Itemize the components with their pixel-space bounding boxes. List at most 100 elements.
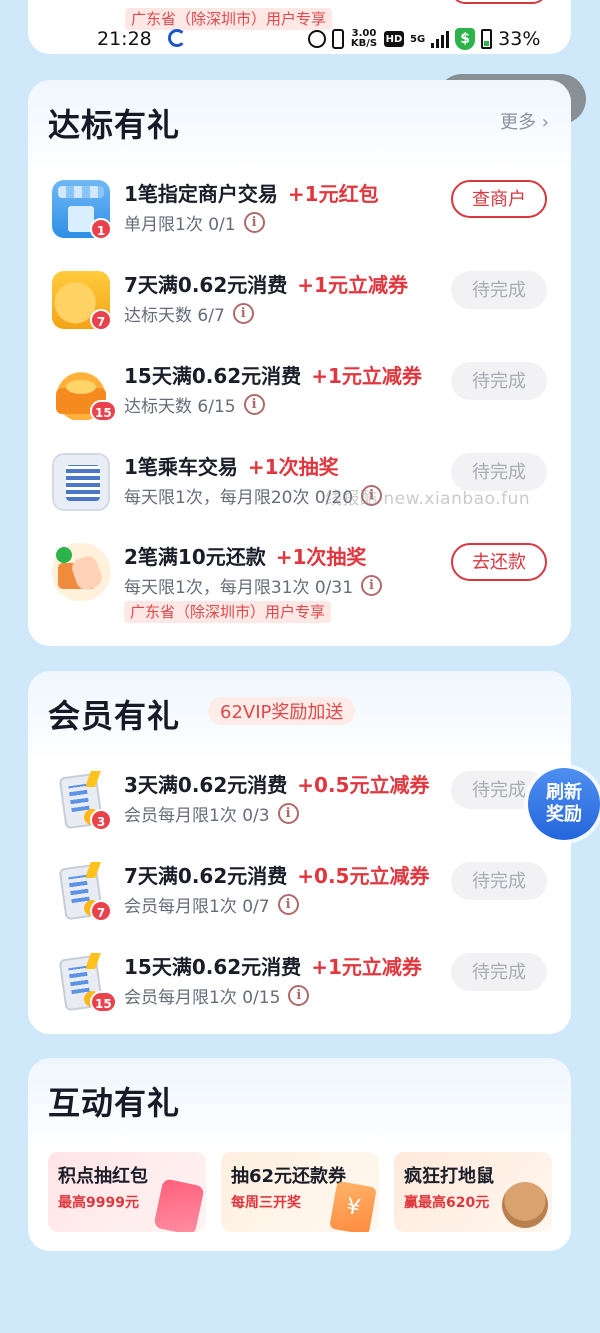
task-row: 15 15天满0.62元消费 +1元立减券 达标天数 6/15 i 待完成 [28, 350, 571, 440]
info-icon[interactable]: i [243, 212, 265, 233]
task-progress: 每天限1次，每月限31次 0/31 i [124, 573, 383, 598]
task-reward: +1元立减券 [311, 955, 422, 979]
previous-card-button[interactable] [451, 0, 547, 4]
bolt-icon [85, 953, 101, 969]
task-badge: 7 [90, 309, 112, 331]
task-progress-text: 会员每月限1次 0/15 [124, 988, 281, 1008]
task-reward: +1元立减券 [297, 273, 408, 297]
task-title: 1笔乘车交易 +1次抽奖 [124, 451, 339, 480]
task-title: 1笔指定商户交易 +1元红包 [124, 178, 379, 207]
task-progress: 单月限1次 0/1 i [124, 210, 265, 235]
app-notification-icon [168, 29, 186, 47]
task-title-text: 1笔乘车交易 [124, 455, 238, 479]
task-title-text: 2笔满10元还款 [124, 545, 266, 569]
task-title-text: 15天满0.62元消费 [124, 955, 302, 979]
task-row: 2笔满10元还款 +1次抽奖 每天限1次，每月限31次 0/31 i 广东省（除深圳… [28, 531, 571, 641]
task-row: 7 7天满0.62元消费 +0.5元立减券 会员每月限1次 0/7 i 待完成 [28, 850, 571, 940]
tile-subtitle: 最高9999元 [58, 1195, 139, 1211]
check-icon [56, 547, 72, 563]
vibrate-icon [332, 29, 344, 49]
achievement-rewards-card: 达标有礼 更多 › 1 1笔指定商户交易 +1元红包 单月限1次 0/1 i 查商户… [28, 80, 571, 646]
network-speed-unit: KB/S [350, 38, 378, 49]
task-progress-text: 每天限1次，每月限31次 0/31 [124, 578, 354, 598]
refresh-label-line1: 刷新 [546, 782, 582, 803]
watermark: 线报酷 new.xianbao.fun [325, 489, 531, 509]
more-link[interactable]: 更多 › [500, 108, 549, 134]
task-reward: +1元立减券 [311, 364, 422, 388]
refresh-rewards-button[interactable]: 刷新 奖励 [528, 768, 600, 840]
pending-button[interactable]: 待完成 [451, 271, 547, 309]
task-progress-text: 每天限1次，每月限20次 0/20 [124, 488, 354, 508]
status-indicators: 3.00 KB/S HD 5G $ 33% [308, 28, 540, 50]
tile-title: 抽62元还款券 [231, 1166, 347, 1187]
task-badge: 3 [90, 809, 112, 831]
status-time: 21:28 [97, 28, 152, 50]
view-merchants-button[interactable]: 查商户 [451, 180, 547, 218]
refresh-label-line2: 奖励 [546, 804, 582, 825]
task-row: 1 1笔指定商户交易 +1元红包 单月限1次 0/1 i 查商户 [28, 168, 571, 258]
qr-code-icon [52, 453, 110, 511]
region-tag: 广东省（除深圳市）用户专享 [124, 601, 332, 623]
task-row: 15 15天满0.62元消费 +1元立减券 会员每月限1次 0/15 i 待完成 [28, 941, 571, 1031]
repay-button[interactable]: 去还款 [451, 543, 547, 581]
task-badge: 15 [90, 991, 117, 1013]
task-badge: 7 [90, 900, 112, 922]
info-icon[interactable]: i [243, 394, 265, 415]
info-icon[interactable]: i [277, 803, 299, 824]
points-red-packet-tile[interactable]: 积点抽红包 最高9999元 [48, 1152, 206, 1232]
task-reward: +0.5元立减券 [297, 773, 430, 797]
tile-subtitle: 每周三开奖 [231, 1195, 301, 1211]
task-title: 2笔满10元还款 +1次抽奖 [124, 541, 366, 570]
task-reward: +1元红包 [287, 182, 379, 206]
red-packet-icon [153, 1178, 205, 1232]
task-badge: 15 [90, 400, 117, 422]
task-progress: 会员每月限1次 0/15 i [124, 983, 310, 1008]
status-bar: 21:28 3.00 KB/S HD 5G $ 33% [0, 24, 600, 54]
task-title: 7天满0.62元消费 +0.5元立减券 [124, 860, 429, 889]
vip-bonus-tag: 62VIP奖励加送 [208, 697, 356, 725]
task-badge: 1 [90, 218, 112, 240]
hd-icon: HD [384, 31, 404, 47]
task-title-text: 7天满0.62元消费 [124, 864, 288, 888]
info-icon[interactable]: i [361, 575, 383, 596]
ticket-icon: ¥ [329, 1180, 377, 1232]
bolt-icon [85, 862, 101, 878]
task-progress-text: 会员每月限1次 0/7 [124, 897, 270, 917]
pending-button[interactable]: 待完成 [451, 953, 547, 991]
pending-button[interactable]: 待完成 [451, 862, 547, 900]
task-progress: 会员每月限1次 0/7 i [124, 892, 299, 917]
task-progress: 达标天数 6/7 i [124, 301, 254, 326]
task-progress: 达标天数 6/15 i [124, 392, 265, 417]
bolt-icon [85, 771, 101, 787]
tile-subtitle: 赢最高620元 [404, 1195, 490, 1211]
task-progress-text: 会员每月限1次 0/3 [124, 806, 270, 826]
task-reward: +0.5元立减券 [297, 864, 430, 888]
task-reward: +1次抽奖 [247, 455, 339, 479]
interactive-rewards-card: 互动有礼 积点抽红包 最高9999元 抽62元还款券 每周三开奖 ¥ 疯狂打地鼠… [28, 1058, 571, 1251]
info-icon[interactable]: i [232, 303, 254, 324]
network-type: 5G [410, 33, 426, 45]
section-title: 会员有礼 [48, 691, 180, 737]
task-title: 3天满0.62元消费 +0.5元立减券 [124, 769, 429, 798]
task-row: 3 3天满0.62元消费 +0.5元立减券 会员每月限1次 0/3 i 待完成 [28, 759, 571, 849]
section-title: 互动有礼 [48, 1078, 180, 1124]
info-icon[interactable]: i [277, 894, 299, 915]
battery-percent: 33% [498, 28, 541, 50]
pending-button[interactable]: 待完成 [451, 362, 547, 400]
whack-a-mole-tile[interactable]: 疯狂打地鼠 赢最高620元 [394, 1152, 552, 1232]
task-progress-text: 达标天数 6/7 [124, 306, 225, 326]
repayment-coupon-lottery-tile[interactable]: 抽62元还款券 每周三开奖 ¥ [221, 1152, 379, 1232]
task-title-text: 3天满0.62元消费 [124, 773, 288, 797]
task-title: 15天满0.62元消费 +1元立减券 [124, 360, 422, 389]
task-title-text: 1笔指定商户交易 [124, 182, 278, 206]
task-title-text: 15天满0.62元消费 [124, 364, 302, 388]
task-progress-text: 单月限1次 0/1 [124, 215, 236, 235]
mole-icon [502, 1182, 548, 1228]
task-reward: +1次抽奖 [275, 545, 367, 569]
network-speed: 3.00 KB/S [350, 29, 378, 49]
member-rewards-card: 会员有礼 62VIP奖励加送 3 3天满0.62元消费 +0.5元立减券 会员每月… [28, 671, 571, 1034]
task-title-text: 7天满0.62元消费 [124, 273, 288, 297]
info-icon[interactable]: i [288, 985, 310, 1006]
tile-title: 疯狂打地鼠 [404, 1166, 494, 1187]
battery-icon [481, 29, 493, 49]
